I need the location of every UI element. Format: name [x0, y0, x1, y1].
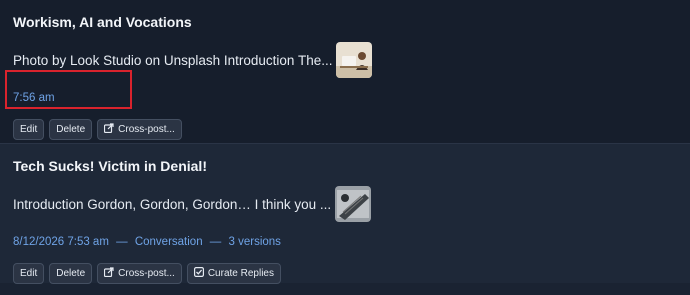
post-datetime-link[interactable]: 8/12/2026 7:53 am [13, 236, 109, 248]
edit-button[interactable]: Edit [13, 263, 45, 284]
post-card: Workism, AI and Vocations Photo by Look … [0, 0, 690, 143]
external-share-icon [104, 123, 114, 136]
crosspost-button[interactable]: Cross-post... [97, 119, 182, 140]
edit-label: Edit [20, 268, 38, 279]
next-post-edge [0, 283, 690, 295]
crosspost-label: Cross-post... [118, 268, 175, 279]
post-excerpt-row: Photo by Look Studio on Unsplash Introdu… [13, 42, 677, 78]
delete-label: Delete [56, 268, 86, 279]
post-excerpt-row: Introduction Gordon, Gordon, Gordon… I t… [13, 186, 677, 222]
thumbnail-image [336, 42, 373, 78]
post-title[interactable]: Workism, AI and Vocations [13, 14, 677, 30]
post-actions: Edit Delete Cross-post... [13, 119, 677, 140]
delete-button[interactable]: Delete [49, 119, 93, 140]
thumbnail-image [335, 186, 372, 222]
post-card: Tech Sucks! Victim in Denial! Introducti… [0, 143, 690, 284]
crosspost-button[interactable]: Cross-post... [97, 263, 182, 284]
external-share-icon [104, 267, 114, 280]
versions-link[interactable]: 3 versions [229, 236, 281, 248]
conversation-link[interactable]: Conversation [135, 236, 203, 248]
post-excerpt[interactable]: Photo by Look Studio on Unsplash Introdu… [13, 53, 332, 68]
edit-label: Edit [20, 124, 38, 135]
post-meta: 7:56 am [13, 91, 677, 105]
edit-button[interactable]: Edit [13, 119, 45, 140]
curate-label: Curate Replies [207, 268, 274, 279]
checkbox-icon [193, 267, 204, 280]
post-title[interactable]: Tech Sucks! Victim in Denial! [13, 158, 677, 174]
post-thumbnail[interactable] [335, 186, 372, 222]
meta-separator: — [116, 236, 128, 248]
post-meta: 8/12/2026 7:53 am — Conversation — 3 ver… [13, 235, 677, 249]
crosspost-label: Cross-post... [118, 124, 175, 135]
post-thumbnail[interactable] [336, 42, 373, 78]
post-excerpt[interactable]: Introduction Gordon, Gordon, Gordon… I t… [13, 197, 331, 212]
post-actions: Edit Delete Cross-post... Curate Replies [13, 263, 677, 284]
curate-replies-button[interactable]: Curate Replies [186, 263, 281, 284]
delete-button[interactable]: Delete [49, 263, 93, 284]
post-time-link[interactable]: 7:56 am [13, 92, 55, 104]
delete-label: Delete [56, 124, 86, 135]
meta-separator: — [209, 236, 222, 248]
